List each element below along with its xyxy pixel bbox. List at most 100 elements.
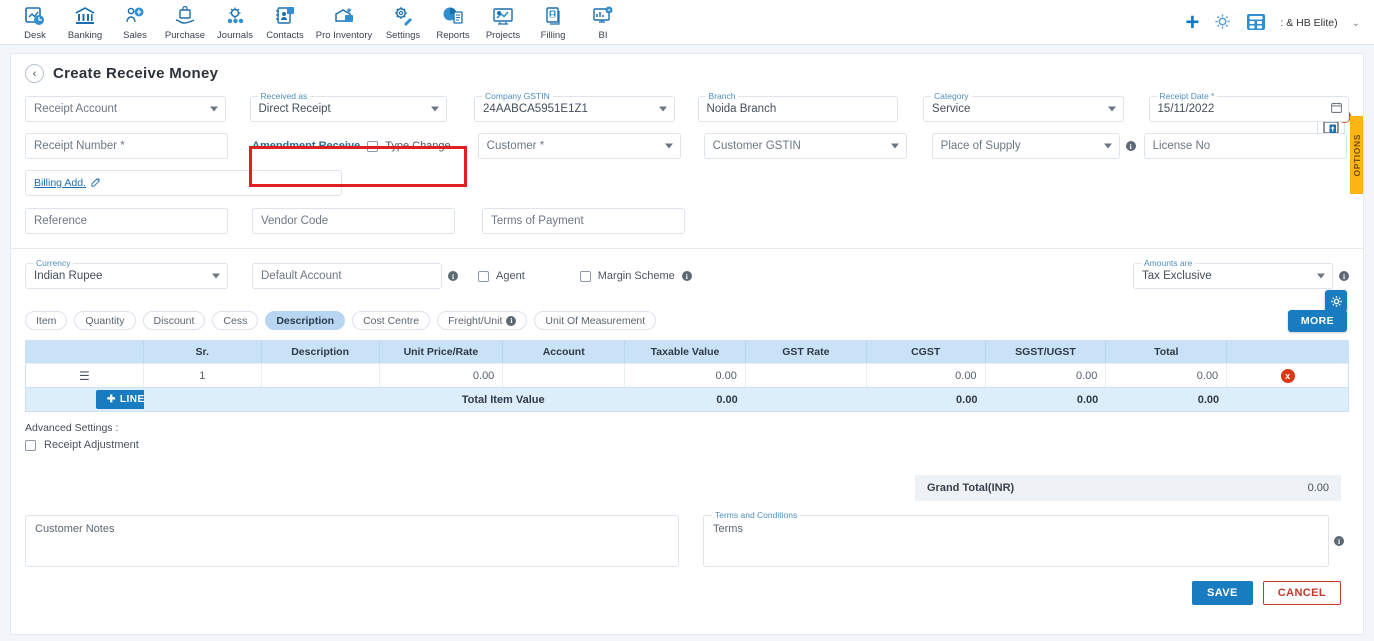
receipt-account-select[interactable]: Receipt Account [25,96,226,122]
amounts-are-select[interactable]: Amounts are Tax Exclusive [1133,258,1333,289]
form-row-1: Receipt Account Received as Direct Recei… [25,91,1350,122]
default-account-input[interactable]: Default Account [252,263,442,289]
reference-input[interactable]: Reference [25,208,228,234]
branch-label: Branch [705,91,739,101]
branch-input[interactable]: Branch Noida Branch [697,91,899,122]
chip-description[interactable]: Description [265,311,346,330]
row-unit-price[interactable]: 0.00 [379,363,504,387]
place-of-supply-select[interactable]: Place of Supply [931,133,1120,159]
chip-unit-of-measurement[interactable]: Unit Of Measurement [534,311,657,330]
nav-items: Desk Banking Sales Purchase Journals Con… [10,2,628,41]
type-change-checkbox[interactable] [367,140,379,152]
nav-item-pro-inventory[interactable]: Pro Inventory [310,2,378,41]
agent-checkbox[interactable] [478,270,489,282]
reference-placeholder: Reference [34,215,88,227]
agent-label: Agent [496,270,525,282]
receipt-date-input[interactable]: Receipt Date * 15/11/2022 [1148,91,1350,122]
company-gstin-select[interactable]: Company GSTIN 24AABCA5951E1Z1 [474,91,675,122]
sales-icon [122,4,148,28]
drag-handle-icon[interactable]: ☰ [79,369,90,383]
delete-row-icon[interactable]: x [1280,368,1295,383]
col-unit-price: Unit Price/Rate [379,341,504,363]
grand-total-row: Grand Total(INR) 0.00 [915,475,1341,501]
nav-item-filling[interactable]: Filling [528,2,578,41]
receipt-adjustment-checkbox[interactable] [25,439,36,451]
more-button[interactable]: MORE [1287,309,1347,332]
form-row-2: Receipt Number * Amendment Receive Type … [25,133,1349,159]
options-side-tab[interactable]: OPTIONS [1350,116,1363,194]
chevron-down-icon[interactable]: ⌄ [1352,18,1360,29]
terms-textarea[interactable]: Terms and Conditions Terms [703,510,1329,567]
nav-item-desk[interactable]: Desk [10,2,60,41]
calendar-icon[interactable] [1331,102,1342,116]
currency-select[interactable]: Currency Indian Rupee [25,258,228,289]
place-of-supply-info[interactable]: i [1125,133,1136,159]
receipt-adjustment-group: Receipt Adjustment [25,439,1363,451]
row-drag-cell[interactable]: ☰ [26,363,144,387]
row-delete-cell[interactable]: x [1227,363,1348,387]
nav-item-sales[interactable]: Sales [110,2,160,41]
table-settings-button[interactable] [1325,290,1347,312]
category-label: Category [931,91,972,101]
row-gst-rate[interactable] [745,363,867,387]
received-as-select[interactable]: Received as Direct Receipt [249,91,448,122]
edit-icon[interactable] [91,177,101,190]
chip-item[interactable]: Item [25,311,68,330]
nav-item-projects[interactable]: Projects [478,2,528,41]
nav-item-banking[interactable]: Banking [60,2,110,41]
chevron-left-icon: ‹ [32,67,37,80]
chevron-down-icon [658,106,667,112]
calculator-icon[interactable] [1246,13,1266,34]
row-account[interactable] [503,363,626,387]
amounts-are-info[interactable]: i [1339,263,1349,289]
receipt-number-input[interactable]: Receipt Number * [25,133,228,159]
gear-icon[interactable] [1213,12,1232,34]
category-select[interactable]: Category Service [923,91,1124,122]
back-button[interactable]: ‹ [25,64,44,83]
cancel-button[interactable]: CANCEL [1262,581,1341,605]
company-gstin-label: Company GSTIN [482,91,553,101]
nav-item-reports[interactable]: Reports [428,2,478,41]
chip-freight-unit[interactable]: Freight/Unit i [437,311,528,330]
grand-total-value: 0.00 [1307,482,1329,494]
customer-select[interactable]: Customer * [477,133,681,159]
col-description: Description [261,341,380,363]
chip-label: Quantity [85,314,125,327]
terms-info[interactable]: i [1334,515,1344,567]
chip-cess[interactable]: Cess [212,311,259,330]
customer-notes-textarea[interactable]: Customer Notes [25,515,679,567]
chip-discount[interactable]: Discount [142,311,206,330]
agent-group: Agent [478,263,525,289]
chevron-down-icon [1103,143,1112,149]
nav-label: Banking [67,30,103,41]
nav-item-contacts[interactable]: Contacts [260,2,310,41]
user-account-label[interactable]: : & HB Elite) [1280,17,1337,29]
add-icon[interactable]: + [1185,11,1199,35]
chip-cost-centre[interactable]: Cost Centre [352,311,431,330]
col-sr: Sr. [143,341,262,363]
save-button[interactable]: SAVE [1192,581,1253,605]
margin-scheme-checkbox[interactable] [579,270,591,282]
footer-taxable-value: 0.00 [624,387,746,411]
license-no-input[interactable]: License No [1143,133,1347,159]
row-taxable-value: 0.00 [625,363,746,387]
terms-of-payment-input[interactable]: Terms of Payment [482,208,685,234]
vendor-code-input[interactable]: Vendor Code [252,208,455,234]
nav-item-purchase[interactable]: Purchase [160,2,210,41]
customer-gstin-select[interactable]: Customer GSTIN [703,133,907,159]
nav-label: Settings [385,30,421,41]
grand-total-section: Grand Total(INR) 0.00 [915,475,1341,501]
row-description[interactable] [261,363,380,387]
table-row: ☰ 1 0.00 0.00 0.00 0.00 0.00 x [26,363,1348,387]
billing-address-link[interactable]: Billing Add. [34,177,86,189]
amounts-are-label: Amounts are [1141,258,1196,268]
info-icon[interactable]: i [681,271,692,281]
chip-quantity[interactable]: Quantity [74,311,136,330]
billing-address-field[interactable]: Billing Add. [25,170,342,196]
nav-label: Filling [540,30,566,41]
default-account-info[interactable]: i [448,263,458,289]
nav-item-settings[interactable]: Settings [378,2,428,41]
nav-item-journals[interactable]: Journals [210,2,260,41]
receipt-date-label: Receipt Date * [1156,91,1218,101]
nav-item-bi[interactable]: BI [578,2,628,41]
